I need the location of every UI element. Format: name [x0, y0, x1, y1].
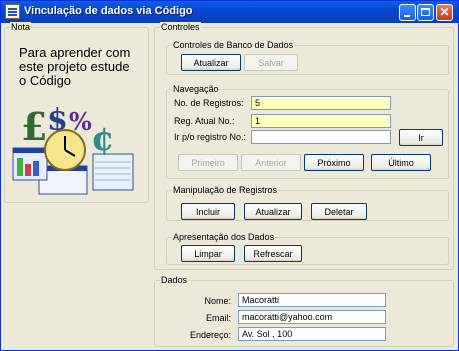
- name-label: Nome:: [204, 296, 231, 306]
- note-group-title: Nota: [10, 22, 32, 33]
- delete-button[interactable]: Deletar: [311, 203, 367, 220]
- minimize-icon: [404, 15, 410, 17]
- data-presentation-title: Apresentação dos Dados: [172, 232, 276, 243]
- title-bar[interactable]: Vinculação de dados via Código ✕: [1, 1, 458, 23]
- go-button[interactable]: Ir: [399, 129, 443, 146]
- goto-record-input[interactable]: [251, 130, 391, 144]
- current-record-label: Reg. Atual No.:: [174, 116, 235, 126]
- db-controls-title: Controles de Banco de Dados: [172, 40, 295, 51]
- address-field[interactable]: Av. Sol , 100: [238, 327, 386, 341]
- note-text: Para aprender com este projeto estude o …: [19, 45, 131, 88]
- data-group-title: Dados: [160, 275, 189, 286]
- minimize-button[interactable]: [399, 4, 416, 21]
- svg-text:¢: ¢: [91, 119, 115, 159]
- refresh-button[interactable]: Refrescar: [244, 245, 302, 262]
- email-label: Email:: [205, 313, 231, 323]
- previous-record-button[interactable]: Anterior: [241, 154, 301, 171]
- main-window: Vinculação de dados via Código ✕ Nota Pa…: [0, 0, 459, 351]
- manip-update-button[interactable]: Atualizar: [244, 203, 302, 220]
- current-record-field[interactable]: 1: [251, 114, 391, 128]
- close-icon: ✕: [439, 5, 450, 19]
- name-field[interactable]: Macoratti: [238, 293, 386, 307]
- navigation-title: Navegação: [172, 84, 220, 95]
- db-update-button[interactable]: Atualizar: [181, 54, 241, 71]
- insert-button[interactable]: Incluir: [181, 203, 235, 220]
- next-record-button[interactable]: Próximo: [304, 154, 364, 171]
- record-count-field[interactable]: 5: [251, 96, 391, 110]
- record-count-label: No. de Registros:: [174, 98, 244, 108]
- form-icon[interactable]: [5, 4, 20, 19]
- first-record-button[interactable]: Primeiro: [178, 154, 238, 171]
- clear-button[interactable]: Limpar: [181, 245, 235, 262]
- email-field[interactable]: macoratti@yahoo.com: [238, 310, 386, 324]
- goto-record-label: Ir p/o registro No.:: [174, 132, 247, 142]
- address-label: Endereço:: [189, 330, 231, 340]
- close-button[interactable]: ✕: [436, 4, 453, 21]
- save-button[interactable]: Salvar: [244, 54, 298, 71]
- finance-illustration-icon: £ $ % ¢: [12, 106, 134, 195]
- maximize-button[interactable]: [417, 4, 434, 21]
- record-manipulation-title: Manipulação de Registros: [172, 185, 279, 196]
- last-record-button[interactable]: Último: [371, 154, 431, 171]
- svg-text:£: £: [21, 106, 47, 149]
- maximize-icon: [421, 8, 430, 16]
- controls-group-title: Controles: [160, 22, 201, 33]
- window-title: Vinculação de dados via Código: [24, 5, 193, 17]
